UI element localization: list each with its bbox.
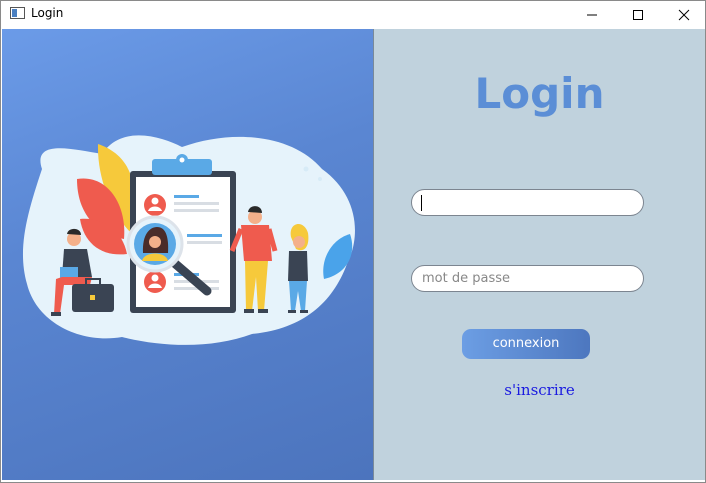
text-cursor — [421, 195, 422, 211]
username-field[interactable] — [411, 189, 644, 216]
close-icon — [678, 9, 690, 20]
illustration-panel — [2, 29, 373, 480]
window-title: Login — [31, 6, 64, 20]
password-placeholder: mot de passe — [422, 271, 510, 286]
app-icon — [10, 7, 25, 19]
recruitment-illustration — [22, 135, 355, 345]
title-bar[interactable]: Login — [1, 1, 705, 28]
maximize-icon — [633, 9, 643, 20]
login-form-panel: Login mot de passe connexion s'inscrire — [373, 29, 705, 480]
minimize-button[interactable] — [569, 1, 615, 28]
close-button[interactable] — [661, 1, 705, 28]
connexion-button[interactable]: connexion — [462, 329, 590, 359]
login-window: Login Login mot de passe connexion s'ins… — [0, 0, 706, 483]
password-field[interactable]: mot de passe — [411, 265, 644, 292]
minimize-icon — [587, 14, 597, 15]
maximize-button[interactable] — [615, 1, 661, 28]
signup-link[interactable]: s'inscrire — [374, 381, 705, 399]
page-title: Login — [474, 69, 605, 118]
